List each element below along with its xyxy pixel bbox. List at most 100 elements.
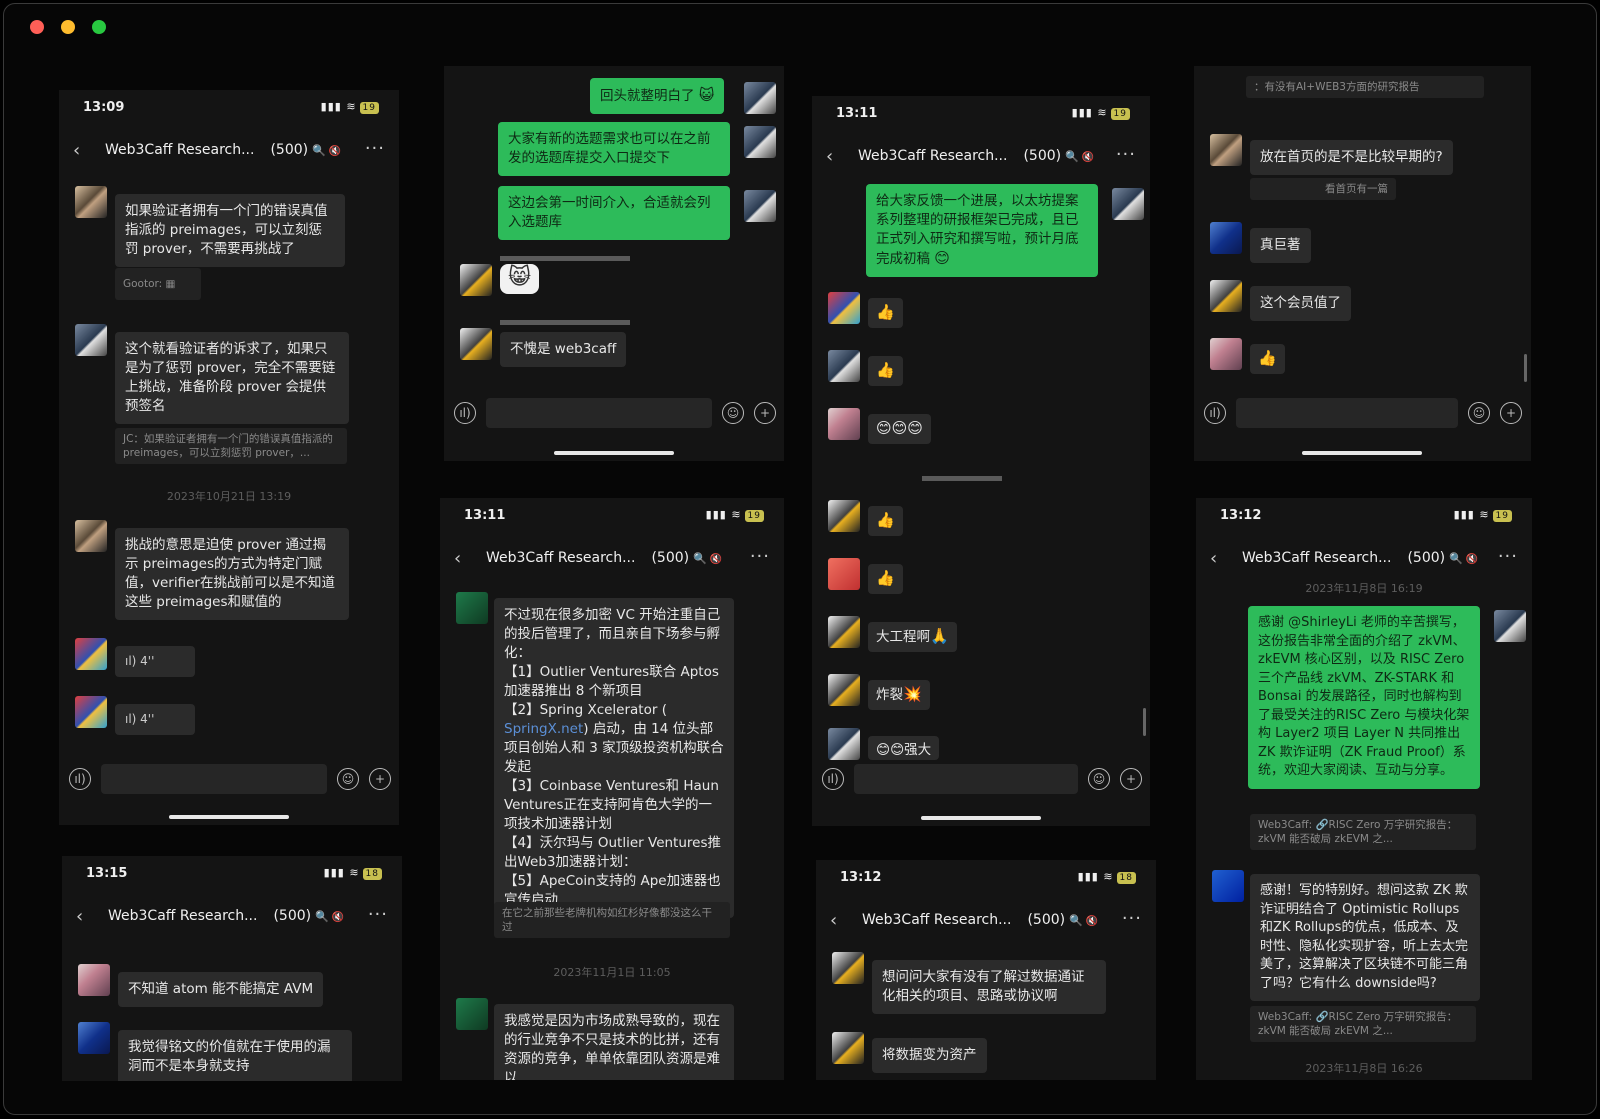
more-icon[interactable]: ···: [368, 904, 388, 925]
voice-message[interactable]: ıl) 4'': [115, 704, 195, 735]
message-bubble[interactable]: 这个就看验证者的诉求了，如果只是为了惩罚 prover，完全不需要链上挑战，准备…: [115, 332, 349, 424]
search-icon[interactable]: 🔍: [1449, 552, 1463, 565]
emoji-icon[interactable]: ☺: [722, 402, 744, 424]
message-bubble[interactable]: 回头就整明白了 😺: [590, 78, 725, 114]
avatar[interactable]: [828, 728, 860, 760]
sticker-message[interactable]: 😸: [500, 264, 539, 294]
avatar[interactable]: [1210, 134, 1242, 166]
avatar[interactable]: [460, 328, 492, 360]
message-bubble[interactable]: 将数据变为资产: [872, 1038, 987, 1073]
message-bubble[interactable]: 👍: [868, 564, 903, 594]
message-input[interactable]: [486, 398, 712, 428]
more-icon[interactable]: ···: [1116, 144, 1136, 165]
avatar[interactable]: [832, 952, 864, 984]
avatar[interactable]: [75, 186, 107, 218]
more-icon[interactable]: ···: [1498, 546, 1518, 567]
message-bubble[interactable]: 大工程啊🙏: [868, 622, 957, 652]
avatar[interactable]: [75, 638, 107, 670]
back-icon[interactable]: ‹: [830, 910, 837, 931]
avatar[interactable]: [1210, 222, 1242, 254]
avatar[interactable]: [828, 350, 860, 382]
scrollbar[interactable]: [1524, 354, 1527, 382]
avatar[interactable]: [460, 264, 492, 296]
back-icon[interactable]: ‹: [1210, 548, 1217, 569]
zoom-window-button[interactable]: [92, 20, 106, 34]
message-input[interactable]: [101, 764, 327, 794]
search-icon[interactable]: 🔍: [315, 910, 329, 923]
avatar[interactable]: [828, 408, 860, 440]
message-bubble[interactable]: 这边会第一时间介入，合适就会列入选题库: [498, 186, 730, 240]
search-icon[interactable]: 🔍: [693, 552, 707, 565]
message-bubble[interactable]: 感谢！写的特别好。想问这款 ZK 欺诈证明结合了 Optimistic Roll…: [1250, 874, 1480, 1001]
voice-message[interactable]: ıl) 4'': [115, 646, 195, 677]
emoji-icon[interactable]: ☺: [1468, 402, 1490, 424]
message-bubble[interactable]: 👍: [868, 356, 903, 386]
message-bubble[interactable]: 放在首页的是不是比较早期的?: [1250, 140, 1453, 175]
avatar[interactable]: [828, 558, 860, 590]
quote-reply[interactable]: Web3Caff: 🔗RISC Zero 万字研究报告：zkVM 能否破局 zk…: [1250, 1006, 1476, 1042]
plus-icon[interactable]: +: [1500, 402, 1522, 424]
quote-reply[interactable]: Web3Caff: 🔗RISC Zero 万字研究报告：zkVM 能否破局 zk…: [1250, 814, 1476, 850]
message-bubble[interactable]: 这个会员值了: [1250, 286, 1351, 321]
voice-input-icon[interactable]: ıl): [1204, 402, 1226, 424]
search-icon[interactable]: 🔍: [312, 144, 326, 157]
message-bubble[interactable]: 😊😊强大: [868, 736, 940, 760]
link[interactable]: SpringX.net: [504, 721, 583, 737]
message-bubble[interactable]: 感谢 @ShirleyLi 老师的辛苦撰写，这份报告非常全面的介绍了 zkVM、…: [1248, 606, 1480, 789]
more-icon[interactable]: ···: [365, 138, 385, 159]
back-icon[interactable]: ‹: [454, 548, 461, 569]
plus-icon[interactable]: +: [754, 402, 776, 424]
avatar[interactable]: [828, 674, 860, 706]
avatar[interactable]: [1210, 338, 1242, 370]
more-icon[interactable]: ···: [1122, 908, 1142, 929]
message-bubble[interactable]: 👍: [868, 298, 903, 328]
quote-reply[interactable]: Gootor: ▦: [115, 268, 201, 300]
quote-reply[interactable]: ：有没有AI+WEB3方面的研究报告: [1246, 76, 1484, 98]
search-icon[interactable]: 🔍: [1069, 914, 1083, 927]
message-bubble[interactable]: 我感觉是因为市场成熟导致的，现在的行业竞争不只是技术的比拼，还有资源的竞争，单单…: [494, 1004, 734, 1080]
scrollbar[interactable]: [1143, 708, 1146, 736]
close-window-button[interactable]: [30, 20, 44, 34]
avatar[interactable]: [75, 696, 107, 728]
avatar[interactable]: [828, 500, 860, 532]
message-input[interactable]: [1236, 398, 1458, 428]
message-bubble[interactable]: 如果验证者拥有一个门的错误真值指派的 preimages，可以立刻惩罚 prov…: [115, 194, 345, 267]
plus-icon[interactable]: +: [369, 768, 391, 790]
back-icon[interactable]: ‹: [826, 146, 833, 167]
quote-reply[interactable]: 在它之前那些老牌机构如红杉好像都没这么干过: [494, 902, 730, 938]
avatar[interactable]: [832, 1032, 864, 1064]
message-bubble[interactable]: 😊😊😊: [868, 414, 931, 444]
message-bubble[interactable]: 不知道 atom 能不能搞定 AVM: [118, 972, 324, 1007]
avatar[interactable]: [1212, 870, 1244, 902]
quote-reply[interactable]: 看首页有一篇: [1250, 178, 1396, 200]
avatar[interactable]: [1112, 188, 1144, 220]
avatar[interactable]: [1494, 610, 1526, 642]
avatar[interactable]: [78, 1022, 110, 1054]
message-bubble[interactable]: 大家有新的选题需求也可以在之前发的选题库提交入口提交下: [498, 122, 730, 176]
avatar[interactable]: [456, 592, 488, 624]
message-bubble[interactable]: 不愧是 web3caff: [500, 332, 627, 367]
avatar[interactable]: [828, 292, 860, 324]
message-bubble[interactable]: 挑战的意思是迫使 prover 通过揭示 preimages的方式为特定门赋值，…: [115, 528, 349, 620]
message-bubble[interactable]: 我觉得铭文的价值就在于使用的漏洞而不是本身就支持: [118, 1030, 352, 1081]
emoji-icon[interactable]: ☺: [337, 768, 359, 790]
voice-input-icon[interactable]: ıl): [822, 768, 844, 790]
message-bubble[interactable]: 炸裂💥: [868, 680, 930, 710]
voice-input-icon[interactable]: ıl): [454, 402, 476, 424]
plus-icon[interactable]: +: [1120, 768, 1142, 790]
avatar[interactable]: [744, 126, 776, 158]
voice-input-icon[interactable]: ıl): [69, 768, 91, 790]
avatar[interactable]: [828, 616, 860, 648]
avatar[interactable]: [1210, 280, 1242, 312]
avatar[interactable]: [744, 190, 776, 222]
avatar[interactable]: [78, 964, 110, 996]
back-icon[interactable]: ‹: [76, 906, 83, 927]
quote-reply[interactable]: JC：如果验证者拥有一个门的错误真值指派的 preimages，可以立刻惩罚 p…: [115, 428, 347, 464]
message-bubble[interactable]: 不过现在很多加密 VC 开始注重自己的投后管理了，而且亲自下场参与孵化： 【1】…: [494, 598, 734, 918]
minimize-window-button[interactable]: [61, 20, 75, 34]
message-input[interactable]: [854, 764, 1078, 794]
message-bubble[interactable]: 真巨著: [1250, 228, 1311, 263]
search-icon[interactable]: 🔍: [1065, 150, 1079, 163]
avatar[interactable]: [75, 324, 107, 356]
back-icon[interactable]: ‹: [73, 140, 80, 161]
